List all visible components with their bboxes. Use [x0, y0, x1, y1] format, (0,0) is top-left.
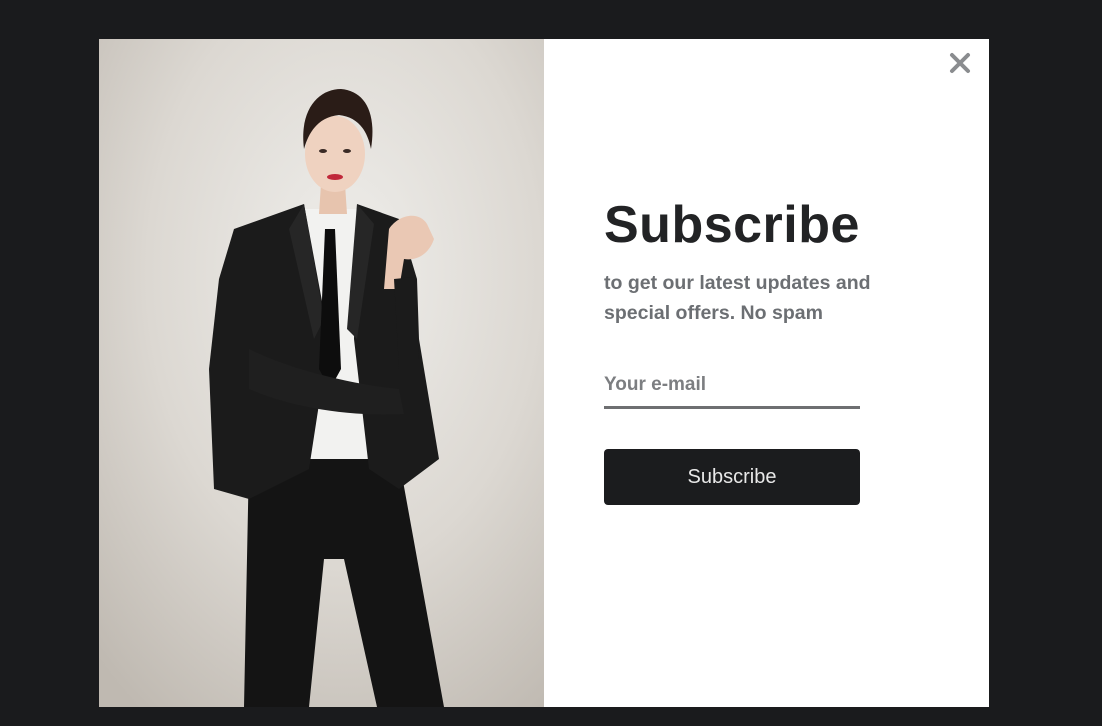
popup-title: Subscribe: [604, 196, 860, 254]
email-field-wrapper: [604, 374, 860, 409]
close-icon[interactable]: [948, 51, 972, 75]
promo-photo: [99, 39, 544, 707]
subscribe-form: Subscribe to get our latest updates and …: [604, 196, 871, 505]
subscribe-modal: Subscribe to get our latest updates and …: [99, 39, 989, 707]
popup-subtitle: to get our latest updates and special of…: [604, 272, 871, 324]
subscribe-button[interactable]: Subscribe: [604, 449, 860, 505]
subscribe-panel: Subscribe to get our latest updates and …: [544, 39, 989, 707]
email-field[interactable]: [604, 374, 860, 409]
model-illustration: [99, 39, 544, 707]
